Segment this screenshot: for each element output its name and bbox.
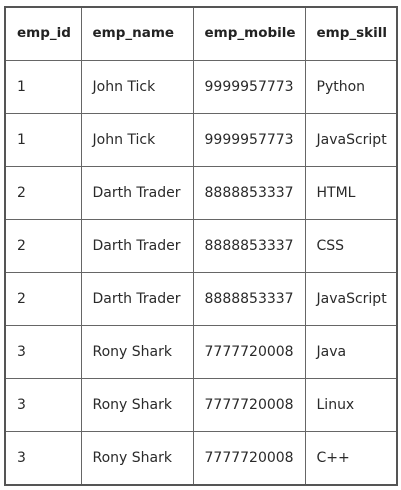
cell-emp-id: 1 bbox=[4, 60, 82, 114]
cell-emp-mobile: 9999957773 bbox=[192, 113, 306, 167]
cell-emp-name: Darth Trader bbox=[80, 219, 194, 273]
cell-emp-name: Darth Trader bbox=[80, 272, 194, 326]
cell-emp-skill: JavaScript bbox=[304, 272, 398, 326]
cell-emp-name: Rony Shark bbox=[80, 378, 194, 432]
table-header-row: emp_id emp_name emp_mobile emp_skill bbox=[4, 6, 398, 61]
table-row: 2 Darth Trader 8888853337 JavaScript bbox=[4, 272, 398, 326]
cell-emp-name: Darth Trader bbox=[80, 166, 194, 220]
cell-emp-skill: Java bbox=[304, 325, 398, 379]
table-row: 3 Rony Shark 7777720008 Java bbox=[4, 325, 398, 379]
table-row: 2 Darth Trader 8888853337 CSS bbox=[4, 219, 398, 273]
employee-table-container: emp_id emp_name emp_mobile emp_skill 1 J… bbox=[4, 6, 398, 486]
cell-emp-mobile: 7777720008 bbox=[192, 325, 306, 379]
cell-emp-name: John Tick bbox=[80, 60, 194, 114]
cell-emp-name: John Tick bbox=[80, 113, 194, 167]
cell-emp-id: 2 bbox=[4, 219, 82, 273]
employee-table: emp_id emp_name emp_mobile emp_skill 1 J… bbox=[4, 6, 398, 486]
cell-emp-id: 3 bbox=[4, 431, 82, 486]
cell-emp-skill: Linux bbox=[304, 378, 398, 432]
table-row: 3 Rony Shark 7777720008 C++ bbox=[4, 431, 398, 486]
cell-emp-skill: CSS bbox=[304, 219, 398, 273]
cell-emp-id: 3 bbox=[4, 325, 82, 379]
table-row: 3 Rony Shark 7777720008 Linux bbox=[4, 378, 398, 432]
table-row: 1 John Tick 9999957773 Python bbox=[4, 60, 398, 114]
column-header-emp-mobile: emp_mobile bbox=[192, 6, 306, 61]
cell-emp-mobile: 8888853337 bbox=[192, 166, 306, 220]
column-header-emp-id: emp_id bbox=[4, 6, 82, 61]
column-header-emp-skill: emp_skill bbox=[304, 6, 398, 61]
cell-emp-id: 2 bbox=[4, 166, 82, 220]
cell-emp-id: 2 bbox=[4, 272, 82, 326]
cell-emp-name: Rony Shark bbox=[80, 325, 194, 379]
cell-emp-id: 3 bbox=[4, 378, 82, 432]
cell-emp-mobile: 9999957773 bbox=[192, 60, 306, 114]
cell-emp-id: 1 bbox=[4, 113, 82, 167]
cell-emp-mobile: 7777720008 bbox=[192, 378, 306, 432]
cell-emp-name: Rony Shark bbox=[80, 431, 194, 486]
table-row: 1 John Tick 9999957773 JavaScript bbox=[4, 113, 398, 167]
cell-emp-skill: JavaScript bbox=[304, 113, 398, 167]
cell-emp-mobile: 8888853337 bbox=[192, 219, 306, 273]
cell-emp-skill: C++ bbox=[304, 431, 398, 486]
table-row: 2 Darth Trader 8888853337 HTML bbox=[4, 166, 398, 220]
cell-emp-skill: Python bbox=[304, 60, 398, 114]
cell-emp-skill: HTML bbox=[304, 166, 398, 220]
cell-emp-mobile: 8888853337 bbox=[192, 272, 306, 326]
cell-emp-mobile: 7777720008 bbox=[192, 431, 306, 486]
column-header-emp-name: emp_name bbox=[80, 6, 194, 61]
